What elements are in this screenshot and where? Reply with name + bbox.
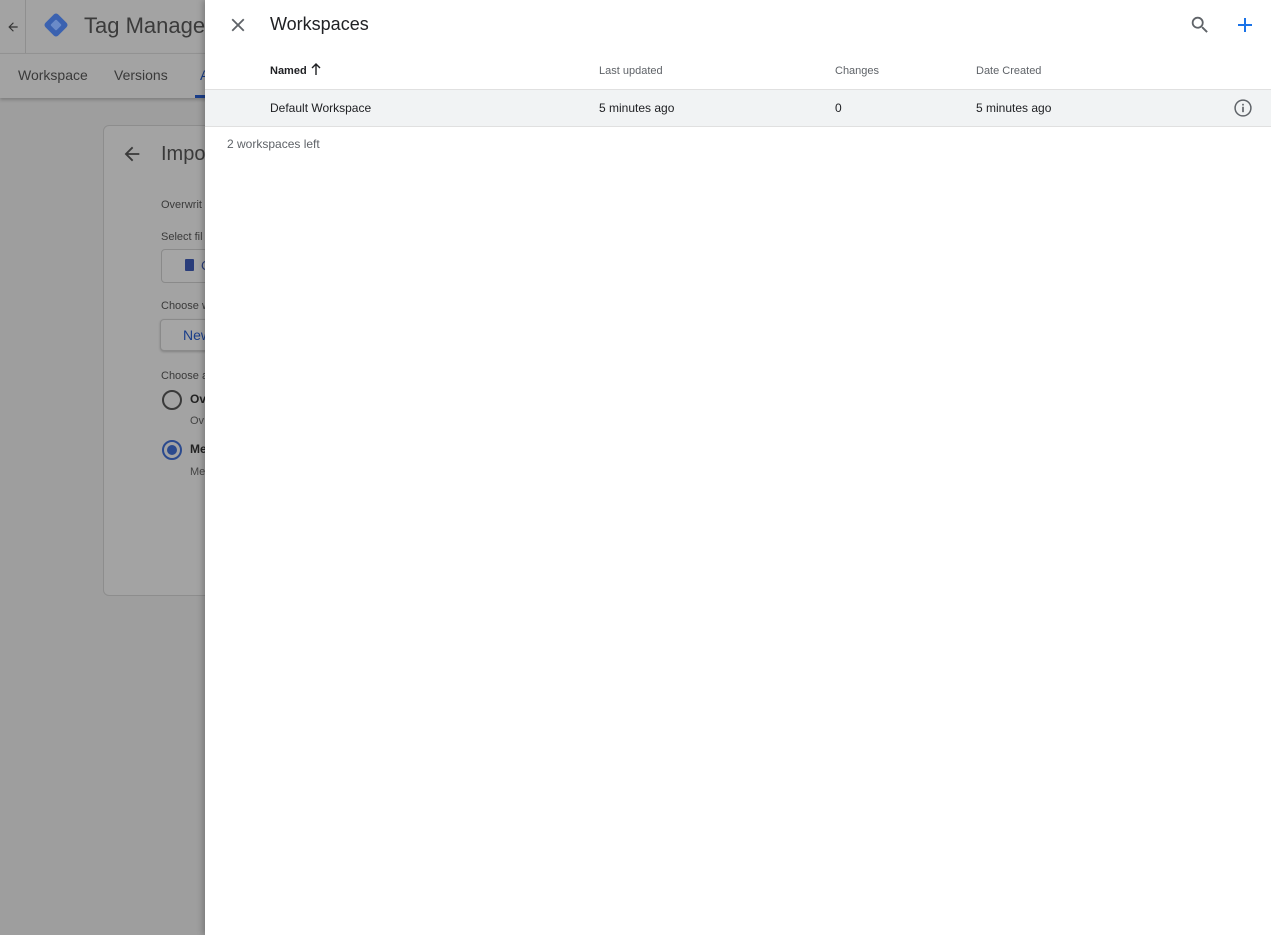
table-row[interactable]: Default Workspace 5 minutes ago 0 5 minu… (205, 89, 1271, 127)
panel-title: Workspaces (270, 14, 369, 34)
choose-workspace-label: Choose w (161, 300, 210, 312)
merge-radio[interactable] (162, 440, 182, 460)
search-icon[interactable] (1189, 14, 1211, 36)
arrow-up-icon[interactable] (311, 63, 321, 75)
workspace-date-created: 5 minutes ago (976, 101, 1052, 115)
column-header-changes[interactable]: Changes (835, 65, 879, 77)
workspaces-left-text: 2 workspaces left (227, 137, 320, 151)
column-header-named[interactable]: Named (270, 65, 307, 77)
tab-workspace[interactable]: Workspace (18, 67, 88, 83)
workspace-name[interactable]: Default Workspace (270, 101, 371, 115)
column-header-date-created[interactable]: Date Created (976, 65, 1041, 77)
info-icon[interactable] (1233, 98, 1253, 118)
app-title: Tag Manager (84, 13, 213, 38)
overwrite-option-label: Ov (190, 392, 207, 406)
workspaces-panel: Workspaces Named Last updated Changes Da… (205, 0, 1271, 935)
plus-icon[interactable] (1233, 13, 1257, 37)
back-arrow-icon[interactable] (0, 0, 26, 53)
tag-manager-logo-icon (44, 13, 68, 37)
overwrite-radio[interactable] (162, 390, 182, 410)
card-back-arrow-icon[interactable] (121, 143, 143, 170)
workspace-last-updated: 5 minutes ago (599, 101, 675, 115)
overwrite-option-description: Ov (190, 415, 205, 427)
workspace-changes: 0 (835, 101, 842, 115)
column-header-last-updated[interactable]: Last updated (599, 65, 663, 77)
choose-option-label: Choose a (161, 370, 209, 382)
select-file-label: Select fil (161, 231, 203, 243)
close-icon[interactable] (227, 14, 249, 36)
file-icon (185, 259, 194, 271)
overwrite-label: Overwrit (161, 199, 202, 211)
merge-option-description: Me (190, 466, 206, 478)
tab-versions[interactable]: Versions (114, 67, 168, 83)
